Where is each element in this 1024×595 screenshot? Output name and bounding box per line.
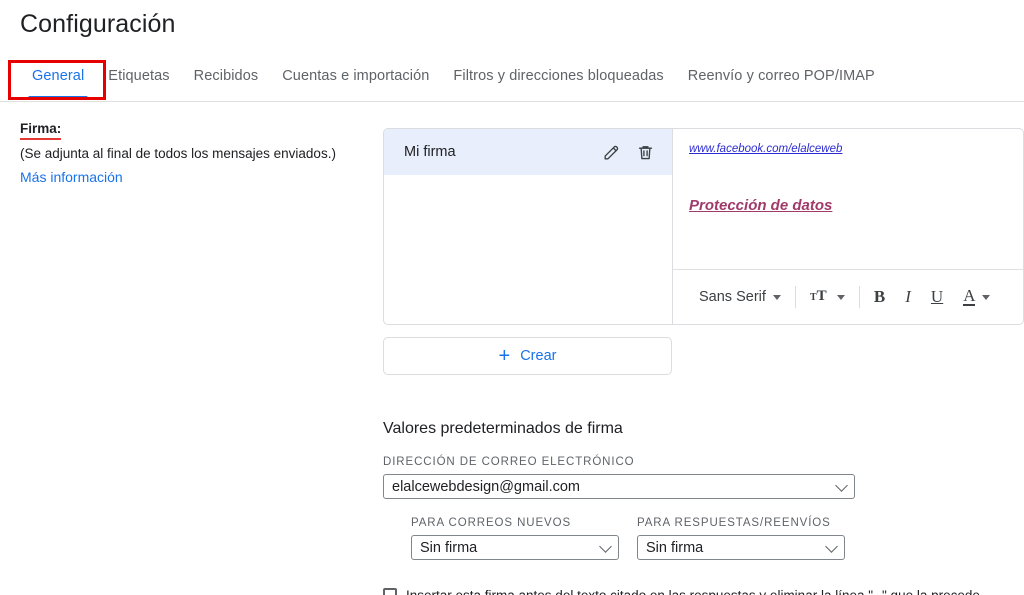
reply-column: PARA RESPUESTAS/REENVÍOS Sin firma bbox=[637, 517, 845, 560]
font-family-dropdown[interactable]: Sans Serif bbox=[689, 280, 791, 314]
default-signature-selectors: PARA CORREOS NUEVOS Sin firma PARA RESPU… bbox=[411, 517, 1024, 560]
page-title: Configuración bbox=[20, 10, 176, 38]
toolbar-divider bbox=[858, 286, 860, 308]
signature-editor: www.facebook.com/elalceweb Protección de… bbox=[673, 129, 1023, 324]
new-mail-select[interactable]: Sin firma bbox=[411, 535, 619, 560]
signature-facebook-link[interactable]: www.facebook.com/elalceweb bbox=[689, 143, 1007, 155]
signature-defaults-section: Valores predeterminados de firma DIRECCI… bbox=[383, 418, 1024, 560]
create-signature-label: Crear bbox=[520, 348, 557, 364]
tab-general[interactable]: General bbox=[20, 58, 96, 99]
signature-label-column: Firma: (Se adjunta al final de todos los… bbox=[20, 120, 370, 187]
underline-button[interactable]: U bbox=[921, 280, 953, 314]
italic-button[interactable]: I bbox=[895, 280, 921, 314]
tab-cuentas-label: Cuentas e importación bbox=[282, 68, 430, 84]
settings-tabbar: General Etiquetas Recibidos Cuentas e im… bbox=[0, 58, 1024, 102]
tab-reenvio-label: Reenvío y correo POP/IMAP bbox=[687, 68, 875, 84]
email-select-value: elalcewebdesign@gmail.com bbox=[392, 478, 581, 495]
tab-etiquetas-label: Etiquetas bbox=[108, 68, 170, 84]
pencil-icon[interactable] bbox=[598, 139, 624, 165]
toolbar-divider bbox=[794, 286, 796, 308]
plus-icon: + bbox=[498, 345, 511, 367]
chevron-down-icon bbox=[982, 294, 991, 300]
font-family-value: Sans Serif bbox=[699, 289, 766, 305]
tab-filtros-label: Filtros y direcciones bloqueadas bbox=[453, 68, 664, 84]
tab-filtros-y-direcciones-bloqueadas[interactable]: Filtros y direcciones bloqueadas bbox=[441, 58, 675, 99]
signature-description: (Se adjunta al final de todos los mensaj… bbox=[20, 146, 336, 161]
new-mail-value: Sin firma bbox=[420, 539, 478, 556]
chevron-down-icon bbox=[835, 478, 848, 492]
text-color-dropdown[interactable]: A bbox=[953, 280, 1000, 314]
insert-signature-checkbox-label: Insertar esta firma antes del texto cita… bbox=[406, 588, 984, 595]
tab-cuentas-e-importacion[interactable]: Cuentas e importación bbox=[270, 58, 441, 99]
reply-label: PARA RESPUESTAS/REENVÍOS bbox=[637, 517, 831, 529]
chevron-down-icon bbox=[599, 539, 612, 553]
chevron-down-icon bbox=[825, 539, 838, 553]
email-field-label: DIRECCIÓN DE CORREO ELECTRÓNICO bbox=[383, 456, 635, 468]
email-select[interactable]: elalcewebdesign@gmail.com bbox=[383, 474, 855, 499]
defaults-title: Valores predeterminados de firma bbox=[383, 420, 623, 437]
svg-text:T: T bbox=[817, 288, 827, 304]
signature-card: Mi firma www.facebook.com/elalceweb Prot… bbox=[383, 128, 1024, 325]
signature-data-protection-link[interactable]: Protección de datos bbox=[689, 197, 1007, 214]
reply-value: Sin firma bbox=[646, 539, 704, 556]
signature-name: Mi firma bbox=[404, 144, 456, 160]
signature-format-toolbar: Sans Serif T T B I U A bbox=[673, 269, 1023, 324]
signature-list-item[interactable]: Mi firma bbox=[384, 129, 672, 175]
text-size-icon: T T bbox=[810, 286, 830, 308]
more-info-link[interactable]: Más información bbox=[20, 169, 123, 185]
tab-reenvio-y-correo-pop-imap[interactable]: Reenvío y correo POP/IMAP bbox=[676, 58, 887, 99]
tab-recibidos[interactable]: Recibidos bbox=[182, 58, 271, 99]
signature-label: Firma: bbox=[20, 121, 62, 140]
signature-content[interactable]: www.facebook.com/elalceweb Protección de… bbox=[673, 129, 1023, 269]
reply-select[interactable]: Sin firma bbox=[637, 535, 845, 560]
insert-signature-checkbox[interactable] bbox=[383, 588, 397, 595]
tab-general-label: General bbox=[32, 68, 85, 84]
chevron-down-icon bbox=[836, 294, 845, 300]
insert-signature-checkbox-row[interactable]: Insertar esta firma antes del texto cita… bbox=[383, 588, 1024, 595]
chevron-down-icon bbox=[772, 294, 781, 300]
new-mail-label: PARA CORREOS NUEVOS bbox=[411, 517, 572, 529]
settings-page: Configuración General Etiquetas Recibido… bbox=[0, 0, 1024, 595]
tab-etiquetas[interactable]: Etiquetas bbox=[96, 58, 181, 99]
text-color-icon: A bbox=[963, 286, 976, 306]
tab-recibidos-label: Recibidos bbox=[193, 68, 259, 84]
new-mail-column: PARA CORREOS NUEVOS Sin firma bbox=[411, 517, 619, 560]
bold-button[interactable]: B bbox=[864, 280, 895, 314]
trash-icon[interactable] bbox=[632, 139, 658, 165]
create-signature-button[interactable]: + Crear bbox=[383, 337, 672, 375]
signature-list: Mi firma bbox=[384, 129, 673, 324]
font-size-dropdown[interactable]: T T bbox=[800, 280, 855, 314]
